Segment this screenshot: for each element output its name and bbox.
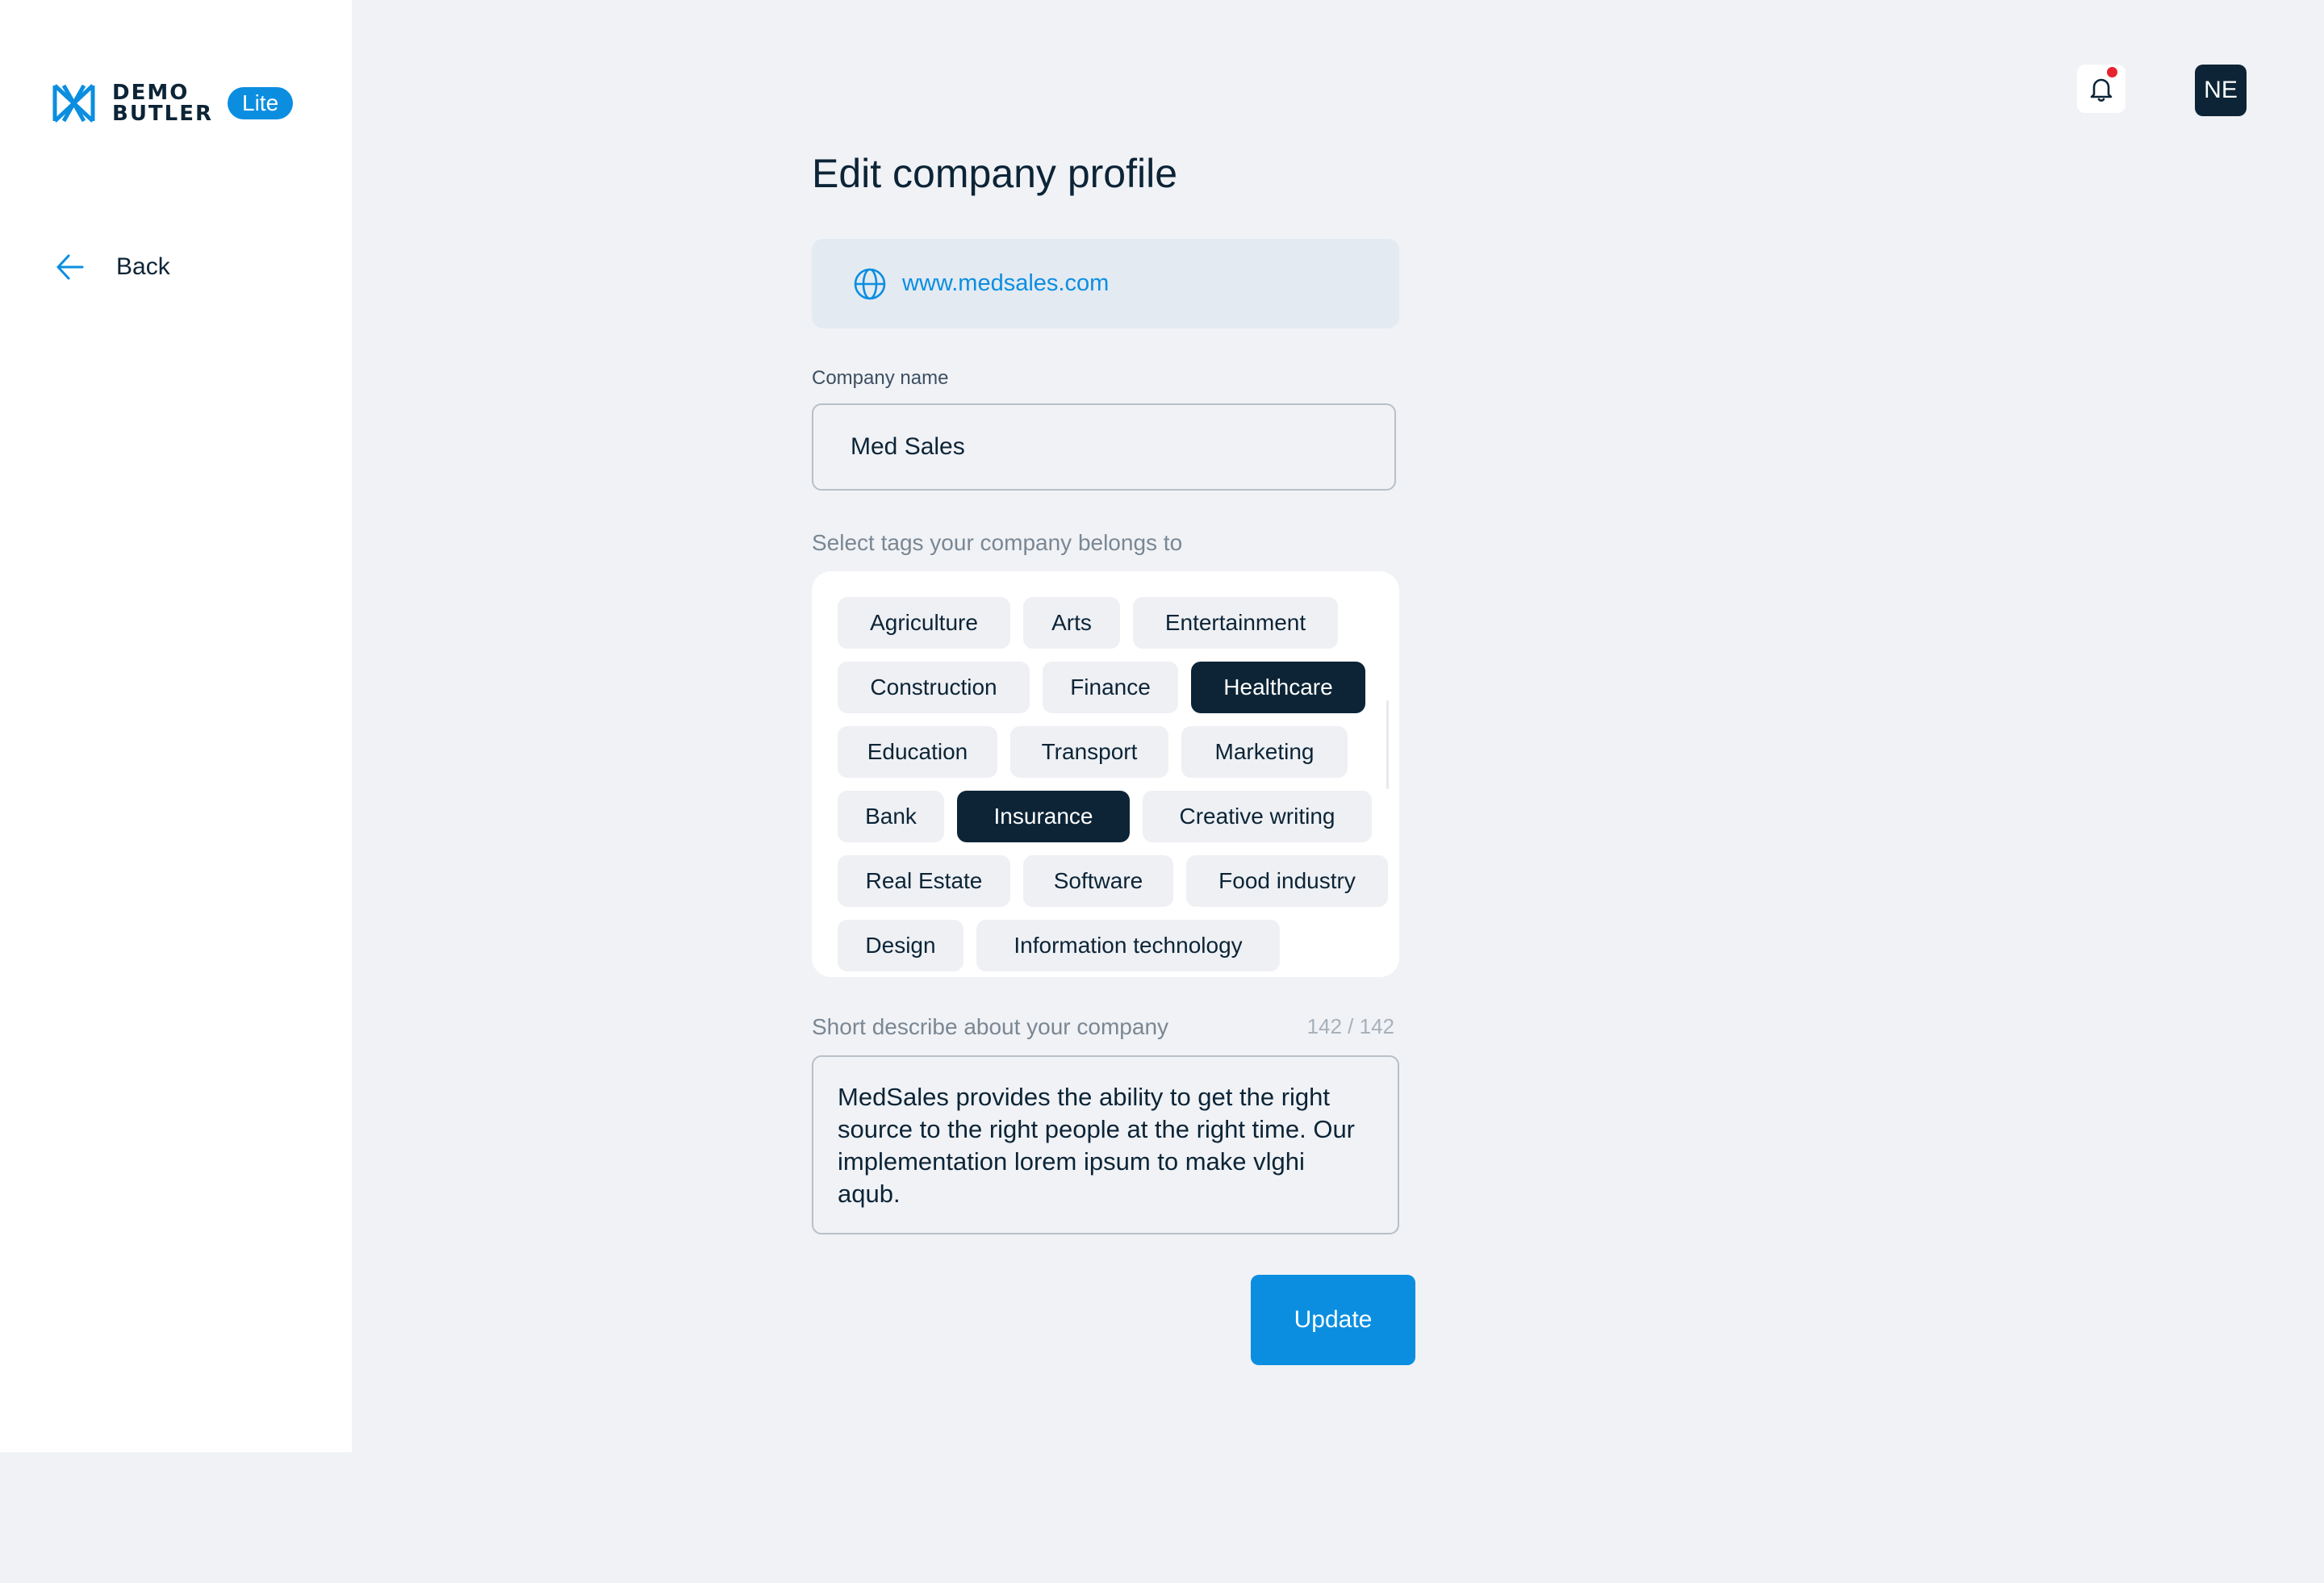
arrow-left-icon [56, 254, 84, 280]
company-name-input[interactable] [812, 403, 1396, 491]
tag-information-technology[interactable]: Information technology [976, 920, 1280, 971]
tags-container[interactable]: Agriculture Arts Entertainment Construct… [812, 571, 1399, 977]
tag-healthcare[interactable]: Healthcare [1191, 662, 1365, 713]
tag-entertainment[interactable]: Entertainment [1133, 597, 1338, 649]
website-field[interactable]: www.medsales.com [812, 239, 1399, 328]
demo-butler-logo-icon [52, 84, 95, 123]
tag-agriculture[interactable]: Agriculture [838, 597, 1010, 649]
description-label: Short describe about your company [812, 1014, 1169, 1039]
tag-marketing[interactable]: Marketing [1181, 726, 1348, 778]
tag-transport[interactable]: Transport [1010, 726, 1168, 778]
tag-education[interactable]: Education [838, 726, 997, 778]
tags-scrollbar[interactable] [1386, 700, 1389, 789]
back-label: Back [116, 253, 170, 280]
tag-food-industry[interactable]: Food industry [1186, 855, 1388, 907]
brand-logo[interactable]: DEMO BUTLER Lite [52, 81, 294, 125]
update-button[interactable]: Update [1251, 1275, 1415, 1365]
tag-arts[interactable]: Arts [1023, 597, 1120, 649]
brand-name-line2: BUTLER [112, 101, 214, 126]
sidebar: DEMO BUTLER Lite Back [0, 0, 352, 1452]
tag-finance[interactable]: Finance [1043, 662, 1178, 713]
user-avatar[interactable]: NE [2195, 65, 2247, 116]
brand-name: DEMO BUTLER [112, 82, 213, 124]
tag-software[interactable]: Software [1023, 855, 1173, 907]
website-url: www.medsales.com [902, 270, 1110, 296]
tag-real-estate[interactable]: Real Estate [838, 855, 1010, 907]
bell-icon [2090, 78, 2113, 102]
character-counter: 142 / 142 [1306, 1014, 1394, 1038]
plan-badge: Lite [228, 86, 294, 119]
globe-icon [854, 268, 886, 299]
tag-insurance[interactable]: Insurance [957, 791, 1130, 842]
company-name-label: Company name [812, 367, 949, 389]
tag-bank[interactable]: Bank [838, 791, 944, 842]
brand-name-line1: DEMO [112, 80, 190, 105]
page-title: Edit company profile [812, 151, 1178, 196]
unread-indicator [2107, 67, 2117, 77]
notifications-button[interactable] [2077, 65, 2125, 113]
edit-profile-form: Edit company profile www.medsales.com Co… [812, 149, 1415, 1365]
description-textarea[interactable]: MedSales provides the ability to get the… [812, 1055, 1399, 1234]
tag-creative-writing[interactable]: Creative writing [1143, 791, 1372, 842]
tag-design[interactable]: Design [838, 920, 963, 971]
tags-label: Select tags your company belongs to [812, 530, 1183, 555]
back-link[interactable]: Back [55, 252, 170, 282]
tag-construction[interactable]: Construction [838, 662, 1030, 713]
